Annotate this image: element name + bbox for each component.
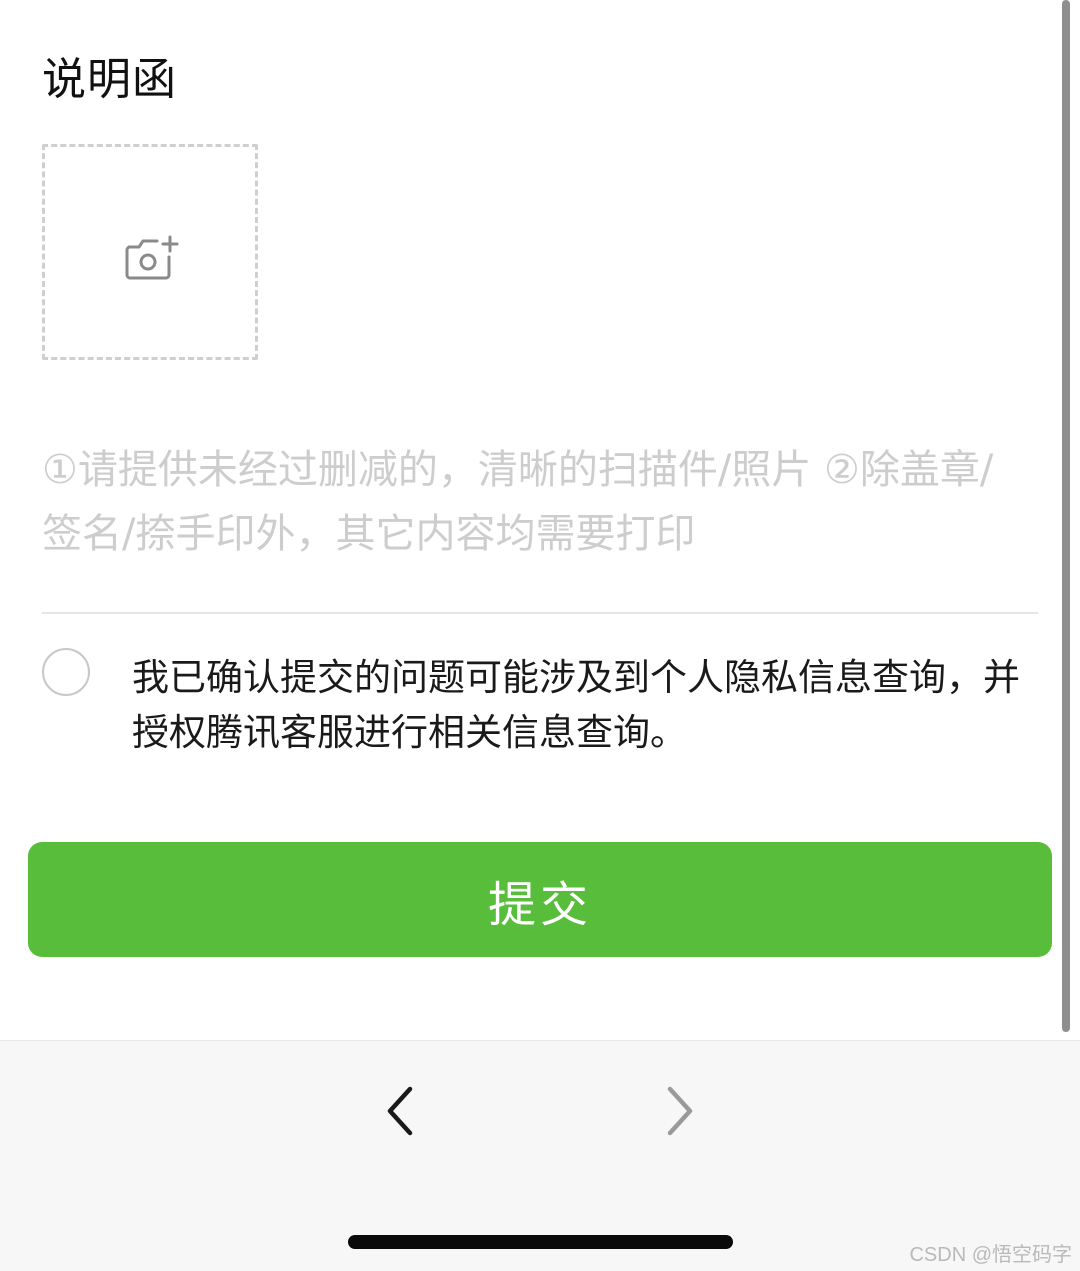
- home-indicator: [348, 1235, 733, 1249]
- divider: [42, 612, 1038, 614]
- section-title: 说明函: [42, 54, 177, 105]
- chevron-right-icon[interactable]: [660, 1083, 700, 1139]
- chevron-left-icon[interactable]: [380, 1083, 420, 1139]
- consent-radio[interactable]: [42, 648, 90, 696]
- page: 说明函 ①请提供未经过删减的，清晰的扫描件/照片 ②除盖章/签名/捺手印外，其它…: [0, 0, 1080, 1271]
- consent-text[interactable]: 我已确认提交的问题可能涉及到个人隐私信息查询，并授权腾讯客服进行相关信息查询。: [132, 650, 1032, 760]
- form-content: 说明函 ①请提供未经过删减的，清晰的扫描件/照片 ②除盖章/签名/捺手印外，其它…: [0, 0, 1080, 1040]
- scrollbar[interactable]: [1062, 0, 1070, 1032]
- upload-hint-text: ①请提供未经过删减的，清晰的扫描件/照片 ②除盖章/签名/捺手印外，其它内容均需…: [42, 447, 994, 557]
- browser-nav-bar: [0, 1040, 1080, 1271]
- camera-add-icon: [125, 235, 179, 280]
- image-upload-box[interactable]: [42, 144, 258, 360]
- watermark: CSDN @悟空码字: [909, 1244, 1072, 1266]
- submit-button[interactable]: 提交: [28, 842, 1052, 957]
